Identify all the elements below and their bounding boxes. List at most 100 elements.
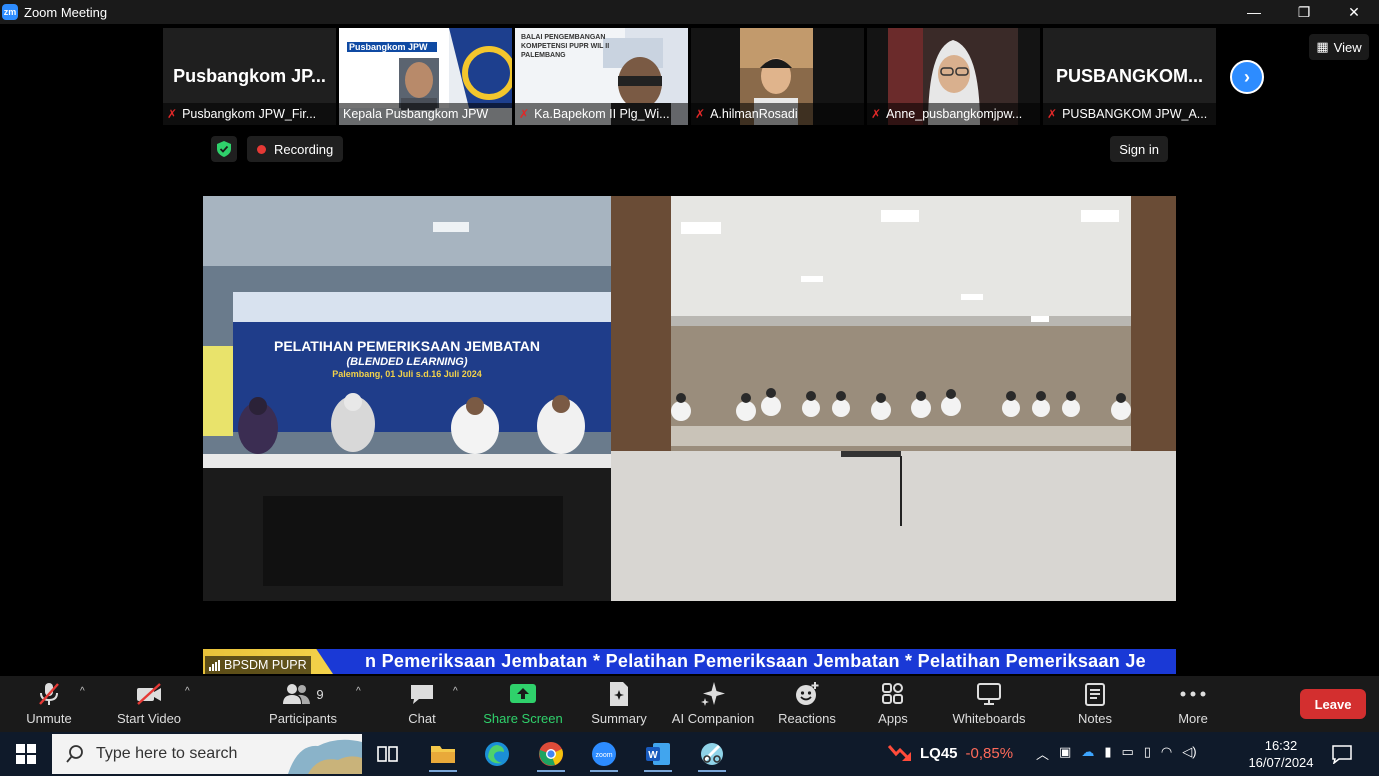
stock-widget[interactable]: LQ45 -0,85% [888, 742, 1013, 764]
participants-label: Participants [269, 711, 337, 726]
close-button[interactable]: ✕ [1329, 0, 1379, 24]
show-hidden-icons-caret-icon[interactable]: ︿ [1036, 744, 1049, 763]
zoom-app-icon: zoom [592, 742, 616, 766]
gallery-next-page-button[interactable]: › [1230, 60, 1264, 94]
minimize-button[interactable]: — [1229, 0, 1279, 24]
share-screen-button[interactable]: Share Screen [480, 678, 566, 730]
meet-now-icon[interactable]: ▣ [1059, 744, 1071, 763]
notes-icon [1081, 681, 1109, 707]
notification-bubble-icon [1332, 745, 1352, 765]
stock-down-chart-icon [888, 745, 912, 762]
svg-text:W: W [648, 750, 658, 761]
leave-button[interactable]: Leave [1300, 689, 1366, 719]
smiley-icon [793, 681, 821, 707]
shared-video-feed: PELATIHAN PEMERIKSAAN JEMBATAN (BLENDED … [203, 196, 1176, 601]
chat-options-caret-icon[interactable]: ^ [453, 686, 458, 697]
participant-display-name: PUSBANGKOM... [1055, 66, 1203, 86]
mic-muted-icon: ✗ [167, 107, 178, 121]
participant-name-bar: Kepala Pusbangkom JPW [339, 103, 512, 125]
camera-off-icon [135, 681, 163, 707]
participants-options-caret-icon[interactable]: ^ [356, 686, 361, 697]
title-bar: zm Zoom Meeting — ❐ ✕ [0, 0, 1379, 24]
ticker-text: n Pemeriksaan Jembatan * Pelatihan Pemer… [365, 651, 1146, 671]
video-options-caret-icon[interactable]: ^ [185, 686, 190, 697]
clock-time: 16:32 [1264, 738, 1298, 753]
slide-text: Pusbangkom JPW [349, 42, 428, 52]
volume-icon[interactable]: ◁) [1182, 744, 1196, 763]
banner-subtitle: (BLENDED LEARNING) [346, 356, 468, 368]
participant-tile[interactable]: Pusbangkom JPW Kepala Pusbangkom JPW [339, 28, 512, 125]
sign-in-button[interactable]: Sign in [1110, 136, 1168, 162]
taskbar-zoom[interactable]: zoom [586, 736, 622, 772]
taskbar-file-explorer[interactable] [425, 736, 461, 772]
taskbar-edge[interactable] [479, 736, 515, 772]
chat-button[interactable]: Chat [400, 678, 444, 730]
chrome-icon [539, 742, 563, 766]
start-button[interactable] [0, 732, 52, 776]
windows-logo-icon [16, 744, 36, 764]
slide-text: BALAI PENGEMBANGAN KOMPETENSI PUPR WIL I… [521, 34, 610, 59]
taskbar-snipping-tool[interactable] [694, 736, 730, 772]
participant-name: Anne_pusbangkomjpw... [886, 107, 1023, 121]
windows-taskbar: Type here to search zoom W LQ45 -0,85% ︿… [0, 732, 1379, 776]
reactions-button[interactable]: Reactions [774, 678, 840, 730]
whiteboards-label: Whiteboards [952, 711, 1026, 726]
summary-icon [605, 681, 633, 707]
banner-title: PELATIHAN PEMERIKSAAN JEMBATAN [273, 338, 540, 354]
sparkle-icon [699, 681, 727, 707]
taskbar-clock[interactable]: 16:32 16/07/2024 [1246, 737, 1316, 771]
notes-button[interactable]: Notes [1070, 678, 1120, 730]
battery-icon[interactable]: ▯ [1144, 744, 1151, 763]
unmute-button[interactable]: Unmute [18, 678, 80, 730]
taskbar-chrome[interactable] [533, 736, 569, 772]
whiteboard-icon [975, 681, 1003, 707]
window-title: Zoom Meeting [24, 4, 108, 20]
participant-name-bar: ✗ Ka.Bapekom II Plg_Wi... [515, 103, 688, 125]
mic-muted-icon: ✗ [871, 107, 882, 121]
participant-name: Pusbangkom JPW_Fir... [182, 107, 317, 121]
window-controls: — ❐ ✕ [1229, 0, 1379, 24]
unmute-label: Unmute [26, 711, 72, 726]
participants-button[interactable]: 9 Participants [262, 678, 344, 730]
participant-tile[interactable]: ✗ Anne_pusbangkomjpw... [867, 28, 1040, 125]
active-speaker-stage: Recording Sign in PELATIHAN PEMERIKSAAN … [203, 130, 1176, 674]
more-button[interactable]: More [1170, 678, 1216, 730]
participant-tile[interactable]: BALAI PENGEMBANGAN KOMPETENSI PUPR WIL I… [515, 28, 688, 125]
taskbar-word[interactable]: W [640, 736, 676, 772]
encryption-shield-icon[interactable] [211, 136, 237, 162]
ai-companion-button[interactable]: AI Companion [668, 678, 758, 730]
recording-dot-icon [257, 144, 266, 154]
start-video-button[interactable]: Start Video [110, 678, 188, 730]
onedrive-cloud-icon[interactable]: ☁ [1081, 744, 1094, 763]
active-speaker-name-bar: BPSDM PUPR [205, 656, 311, 674]
microphone-icon[interactable]: ▮ [1104, 744, 1111, 763]
audio-options-caret-icon[interactable]: ^ [80, 686, 85, 697]
summary-button[interactable]: Summary [586, 678, 652, 730]
view-button[interactable]: ▦ View [1309, 34, 1369, 60]
task-view-icon [377, 746, 398, 762]
search-placeholder: Type here to search [96, 745, 238, 762]
participant-tile[interactable]: PUSBANGKOM... ✗ PUSBANGKOM JPW_A... [1043, 28, 1216, 125]
display-icon[interactable]: ▭ [1121, 744, 1133, 763]
recording-indicator[interactable]: Recording [247, 136, 344, 162]
chat-label: Chat [408, 711, 436, 726]
mic-muted-icon: ✗ [519, 107, 530, 121]
snipping-tool-icon [701, 743, 723, 765]
restore-button[interactable]: ❐ [1279, 0, 1329, 24]
folder-icon [431, 746, 455, 763]
recording-label: Recording [274, 141, 334, 157]
meeting-toolbar: Unmute ^ Start Video ^ 9 Participants ^ … [0, 676, 1379, 732]
notes-label: Notes [1078, 711, 1112, 726]
whiteboards-button[interactable]: Whiteboards [946, 678, 1032, 730]
taskbar-search-box[interactable]: Type here to search [52, 734, 362, 774]
task-view-button[interactable] [370, 736, 406, 772]
participant-tile[interactable]: Pusbangkom JP... ✗ Pusbangkom JPW_Fir... [163, 28, 336, 125]
banner-date: Palembang, 01 Juli s.d.16 Juli 2024 [332, 369, 482, 379]
panel-scene [203, 196, 611, 601]
notification-center-button[interactable] [1332, 744, 1352, 769]
participant-tile[interactable]: ✗ A.hilmanRosadi [691, 28, 864, 125]
chat-bubble-icon [408, 681, 436, 707]
grid-view-icon: ▦ [1316, 39, 1329, 54]
apps-button[interactable]: Apps [868, 678, 918, 730]
wifi-icon[interactable]: ◠ [1161, 744, 1172, 763]
